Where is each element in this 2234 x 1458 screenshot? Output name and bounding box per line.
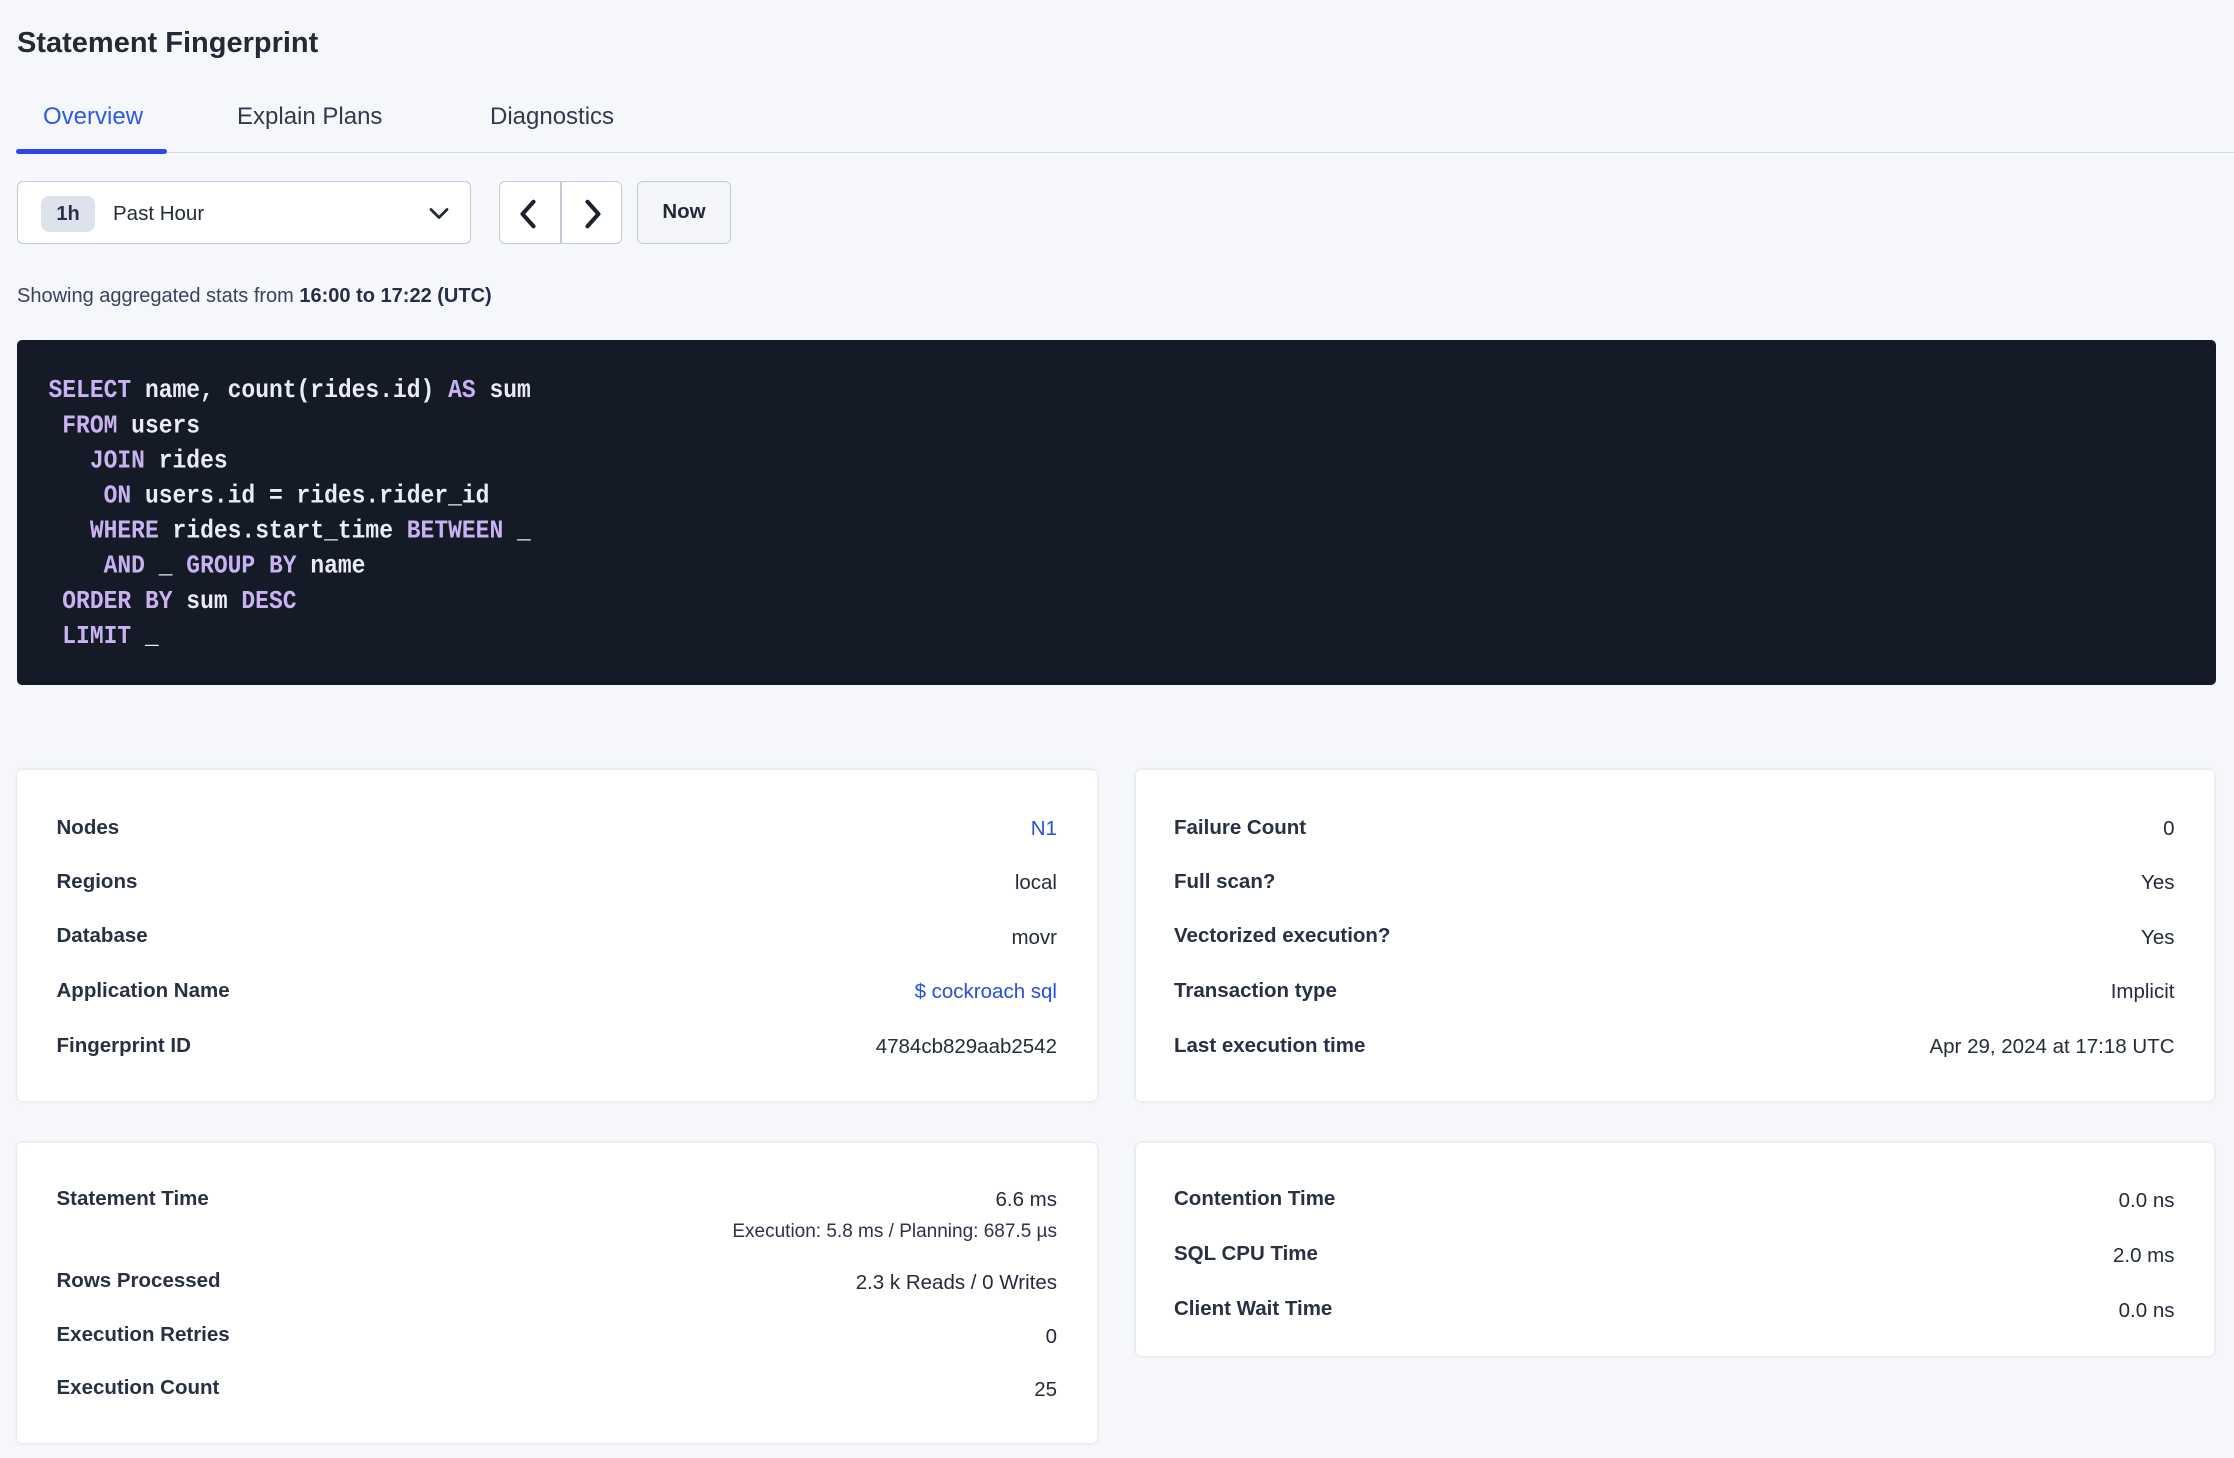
svg-text:users.id = rides.rider_id: users.id = rides.rider_id	[145, 481, 490, 511]
svg-text:FROM: FROM	[62, 410, 117, 440]
svg-text:ORDER BY: ORDER BY	[62, 586, 173, 616]
svg-text:sum: sum	[489, 375, 530, 405]
svg-text:name, count(rides.id): name, count(rides.id)	[145, 375, 434, 405]
svg-text:SELECT: SELECT	[49, 375, 132, 405]
svg-text:BETWEEN: BETWEEN	[407, 516, 503, 546]
svg-text:GROUP BY: GROUP BY	[186, 551, 297, 581]
svg-text:LIMIT: LIMIT	[62, 621, 131, 651]
svg-text:WHERE: WHERE	[90, 516, 159, 546]
svg-text:rides: rides	[159, 445, 228, 475]
svg-text:ON: ON	[104, 481, 132, 511]
svg-text:rides.start_time: rides.start_time	[173, 516, 393, 546]
svg-text:AND: AND	[104, 551, 145, 581]
svg-text:sum: sum	[186, 586, 227, 616]
svg-text:JOIN: JOIN	[90, 445, 145, 475]
svg-text:AS: AS	[448, 375, 476, 405]
svg-text:_: _	[144, 621, 159, 651]
svg-text:_: _	[158, 551, 173, 581]
svg-text:_: _	[516, 516, 531, 546]
svg-text:users: users	[131, 410, 200, 440]
svg-text:DESC: DESC	[241, 586, 296, 616]
svg-text:name: name	[310, 551, 365, 581]
